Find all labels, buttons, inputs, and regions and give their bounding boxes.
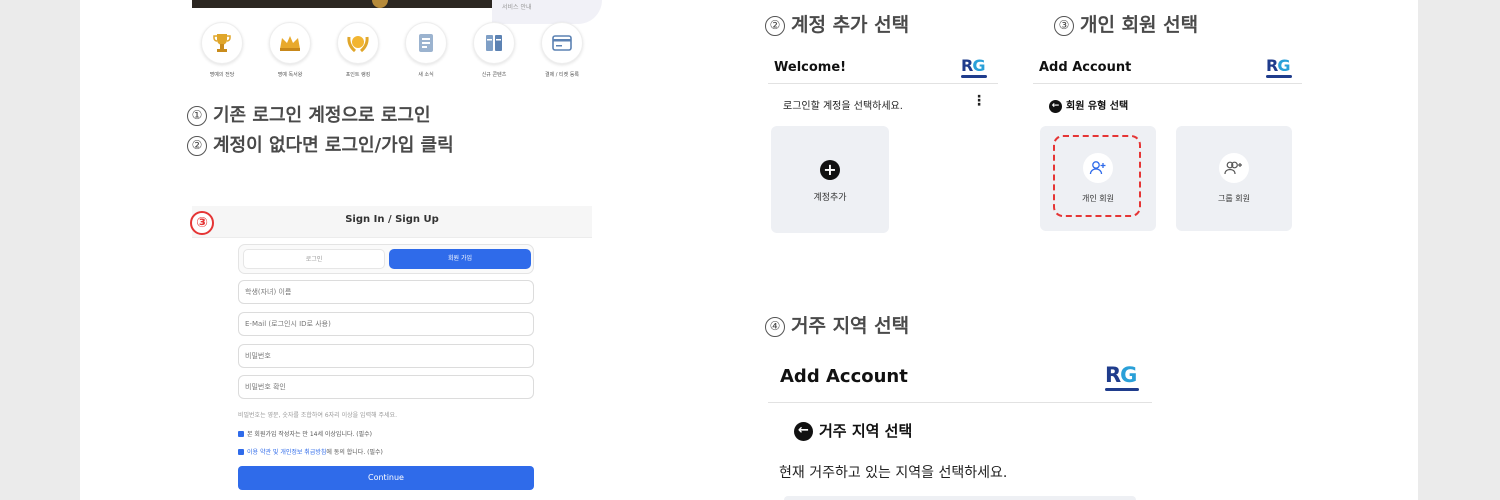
quick-menu-label: 명예 독서왕 (277, 72, 303, 78)
tab-login[interactable]: 로그인 (243, 249, 385, 269)
region-select-box[interactable] (784, 496, 1136, 500)
signup-form: Sign In / Sign Up ③ 로그인 회원 가입 학생(자녀) 이름 … (190, 206, 592, 500)
step-marker: ③ (190, 211, 214, 235)
step-number: ② (765, 16, 785, 36)
password-hint: 비밀번호는 영문, 숫자를 조합하여 6자리 이상을 입력해 주세요. (238, 412, 397, 419)
step-login: ① 기존 로그인 계정으로 로그인 (187, 101, 431, 127)
quick-menu-label: 새 소식 (418, 72, 434, 78)
step-text: 계정이 없다면 로그인/가입 클릭 (213, 135, 454, 156)
quick-menu-label: 결제 / 티켓 등록 (544, 72, 580, 78)
add-account-label: 계정추가 (813, 193, 847, 203)
quick-menu-label: 포인트 랭킹 (345, 72, 371, 78)
hero-banner (192, 0, 492, 8)
welcome-title: Welcome! (774, 60, 847, 75)
welcome-header: Welcome! RG (768, 52, 998, 84)
region-prompt: 현재 거주하고 있는 지역을 선택하세요. (779, 465, 1008, 481)
rg-logo: RG (961, 56, 987, 78)
quick-menu-item-payment[interactable]: 결제 / 티켓 등록 (532, 22, 592, 78)
section-title-region: ④ 거주 지역 선택 (765, 311, 909, 338)
trophy-icon (201, 22, 243, 64)
section-title-text: 계정 추가 선택 (791, 14, 910, 36)
group-member-card[interactable]: 그룹 회원 (1176, 126, 1292, 231)
section-title-add-account: ② 계정 추가 선택 (765, 10, 909, 37)
quick-menu-label: 명예의 전당 (209, 72, 235, 78)
step-number: ① (187, 106, 207, 126)
add-account-card[interactable]: + 계정추가 (771, 126, 889, 233)
trophy-icon (372, 0, 388, 8)
age-checkbox[interactable]: 본 회원가입 작성자는 만 14세 이상입니다. (필수) (238, 429, 372, 438)
quick-menu-item-news[interactable]: 새 소식 (396, 22, 456, 78)
age-check-label: 본 회원가입 작성자는 만 14세 이상입니다. (필수) (247, 431, 373, 438)
step-number: ② (187, 136, 207, 156)
step-signup: ② 계정이 없다면 로그인/가입 클릭 (187, 131, 454, 157)
plus-icon: + (820, 160, 840, 180)
terms-check-label: 에 동의 합니다. (필수) (326, 449, 383, 456)
signup-title: Sign In / Sign Up (192, 206, 592, 238)
group-plus-icon (1219, 153, 1249, 183)
books-icon (473, 22, 515, 64)
section-title-text: 개인 회원 선택 (1080, 14, 1199, 36)
back-arrow-icon[interactable]: ← (794, 422, 813, 441)
checkbox-checked-icon[interactable] (238, 449, 244, 455)
add-account-header: Add Account RG (1033, 52, 1302, 84)
payment-icon (541, 22, 583, 64)
terms-link[interactable]: 이용 약관 및 개인정보 취급방침 (247, 449, 326, 456)
guide-page: 서비스 안내 명예의 전당 명예 독서왕 포인트 랭킹 새 소식 신규 콘텐츠 … (80, 0, 1418, 500)
quick-menu-item-new-content[interactable]: 신규 콘텐츠 (464, 22, 524, 78)
terms-checkbox[interactable]: 이용 약관 및 개인정보 취급방침에 동의 합니다. (필수) (238, 447, 383, 456)
highlight-box (1053, 135, 1141, 217)
checkbox-checked-icon[interactable] (238, 431, 244, 437)
quick-menu-item-reading-king[interactable]: 명예 독서왕 (260, 22, 320, 78)
account-select-prompt: 로그인할 계정을 선택하세요. (783, 101, 903, 112)
add-account-title: Add Account (1039, 60, 1132, 75)
crown-icon (269, 22, 311, 64)
more-menu-icon[interactable]: ⋮ (972, 93, 986, 109)
tab-join[interactable]: 회원 가입 (389, 249, 531, 269)
news-icon (405, 22, 447, 64)
back-member-type[interactable]: ← 회원 유형 선택 (1049, 97, 1128, 113)
continue-button[interactable]: Continue (238, 466, 534, 490)
quick-menu-label: 신규 콘텐츠 (481, 72, 507, 78)
group-member-label: 그룹 회원 (1218, 194, 1250, 203)
section-title-text: 거주 지역 선택 (791, 315, 910, 337)
name-field[interactable]: 학생(자녀) 이름 (238, 280, 534, 304)
region-header-title: Add Account (780, 366, 908, 387)
step-number: ③ (1054, 16, 1074, 36)
rg-logo: RG (1266, 56, 1292, 78)
back-label: 회원 유형 선택 (1066, 101, 1129, 112)
hero-side-text: 서비스 안내 (502, 4, 532, 11)
quick-menu: 명예의 전당 명예 독서왕 포인트 랭킹 새 소식 신규 콘텐츠 결제 / 티켓… (192, 22, 592, 82)
email-field[interactable]: E-Mail (로그인시 ID로 사용) (238, 312, 534, 336)
quick-menu-item-hall-of-fame[interactable]: 명예의 전당 (192, 22, 252, 78)
hero-side-panel: 서비스 안내 (492, 0, 602, 24)
step-number: ④ (765, 317, 785, 337)
region-header: Add Account RG (768, 355, 1152, 403)
signup-tabs: 로그인 회원 가입 (238, 244, 534, 274)
password-confirm-field[interactable]: 비밀번호 확인 (238, 375, 534, 399)
back-region[interactable]: ← 거주 지역 선택 (794, 420, 912, 441)
back-label: 거주 지역 선택 (819, 422, 913, 440)
section-title-personal-member: ③ 개인 회원 선택 (1054, 10, 1198, 37)
rg-logo: RG (1105, 363, 1139, 391)
quick-menu-item-point-ranking[interactable]: 포인트 랭킹 (328, 22, 388, 78)
laurel-icon (337, 22, 379, 64)
password-field[interactable]: 비밀번호 (238, 344, 534, 368)
step-text: 기존 로그인 계정으로 로그인 (213, 105, 431, 126)
back-arrow-icon[interactable]: ← (1049, 99, 1062, 113)
